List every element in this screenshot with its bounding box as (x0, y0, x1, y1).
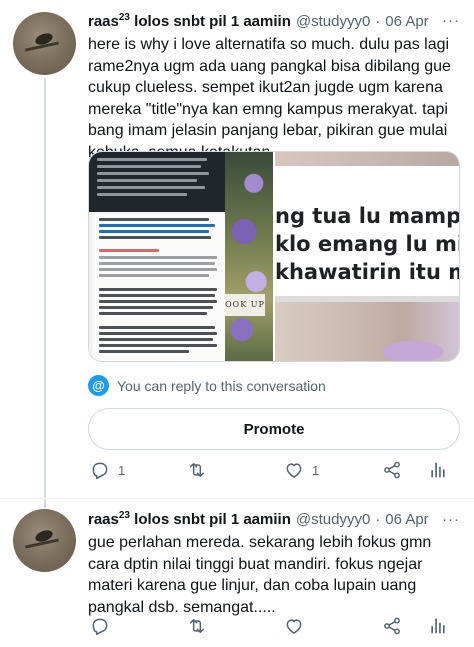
image-detail (99, 326, 215, 329)
image-detail (99, 344, 217, 347)
share-button[interactable] (382, 460, 402, 480)
retweet-button[interactable] (186, 460, 216, 480)
media-image-quote[interactable]: ng tua lu mampu j klo emang lu mis khawa… (275, 152, 459, 361)
image-detail (97, 186, 205, 189)
image-detail (99, 274, 209, 277)
image-detail (97, 158, 207, 161)
image-detail (99, 294, 215, 297)
share-icon (384, 617, 400, 635)
image-detail (99, 332, 217, 335)
image-detail (99, 262, 215, 265)
image-detail (89, 152, 225, 212)
image-detail (99, 224, 215, 227)
image-detail (99, 236, 211, 239)
analytics-icon (431, 462, 445, 478)
image-detail (99, 300, 217, 303)
image-detail (99, 249, 159, 252)
like-count: 1 (312, 462, 320, 478)
avatar[interactable] (13, 12, 76, 75)
tweet-text: gue perlahan mereda. sekarang lebih foku… (88, 534, 432, 616)
reply-icon (92, 618, 108, 636)
more-options-icon[interactable]: ··· (442, 12, 460, 29)
thread-connector (44, 78, 46, 508)
image-detail (99, 268, 217, 271)
image-detail (99, 350, 189, 353)
image-detail (99, 338, 213, 341)
at-sign-icon: @ (88, 375, 109, 396)
image-quote-line: khawatirin itu ma (275, 260, 459, 284)
image-detail (97, 193, 187, 196)
reply-icon (92, 462, 108, 480)
tweet-header: raas23 lolos snbt pil 1 aamiin @studyyy0… (88, 510, 429, 532)
reply-permission-info: @ You can reply to this conversation (88, 375, 326, 396)
image-quote-line: klo emang lu mis (275, 232, 459, 256)
image-detail (275, 302, 459, 361)
heart-icon (286, 619, 302, 634)
avatar[interactable] (13, 509, 76, 572)
image-detail (97, 179, 197, 182)
media-image-screenshot[interactable]: OOK UP (89, 152, 273, 361)
analytics-button[interactable] (428, 460, 448, 480)
tweet-divider (0, 498, 474, 499)
analytics-button[interactable] (428, 616, 448, 636)
tweet-date[interactable]: 06 Apr (385, 511, 428, 528)
heart-icon (286, 463, 302, 478)
like-button[interactable]: 1 (284, 460, 319, 480)
reply-button[interactable] (90, 616, 110, 636)
analytics-icon (431, 618, 445, 634)
tweet-text: here is why i love alternatifa so much. … (88, 36, 451, 161)
author-handle[interactable]: @studyyy0 (296, 511, 370, 528)
promote-button[interactable]: Promote (88, 408, 460, 450)
reply-button[interactable]: 1 (90, 460, 125, 480)
share-icon (384, 461, 400, 479)
image-detail (99, 306, 213, 309)
reply-count: 1 (118, 462, 126, 478)
share-button[interactable] (382, 616, 402, 636)
more-options-icon[interactable]: ··· (442, 511, 460, 528)
tweet-actions: 1 1 (88, 460, 458, 484)
image-detail (99, 230, 209, 233)
image-detail (97, 172, 209, 175)
reply-permission-text: You can reply to this conversation (117, 377, 326, 394)
image-detail (99, 312, 207, 315)
author-handle[interactable]: @studyyy0 (296, 13, 370, 30)
author-name[interactable]: raas23 lolos snbt pil 1 aamiin (88, 510, 291, 528)
separator-dot: · (375, 13, 381, 30)
tweet-media[interactable]: OOK UP ng tua lu mampu j klo emang lu mi… (88, 151, 460, 362)
author-name[interactable]: raas23 lolos snbt pil 1 aamiin (88, 12, 291, 30)
image-detail (97, 165, 201, 168)
image-detail (99, 218, 209, 221)
retweet-icon (190, 619, 204, 633)
tweet-header: raas23 lolos snbt pil 1 aamiin @studyyy0… (88, 12, 429, 34)
separator-dot: · (375, 511, 381, 528)
retweet-icon (190, 463, 204, 477)
retweet-button[interactable] (186, 616, 208, 636)
image-detail (99, 288, 217, 291)
image-caption: OOK UP (225, 294, 265, 316)
image-quote-line: ng tua lu mampu j (275, 204, 459, 228)
tweet-date[interactable]: 06 Apr (385, 13, 428, 30)
image-detail (225, 152, 273, 361)
tweet-actions (88, 616, 458, 640)
like-button[interactable] (284, 616, 304, 636)
image-detail (99, 256, 217, 259)
